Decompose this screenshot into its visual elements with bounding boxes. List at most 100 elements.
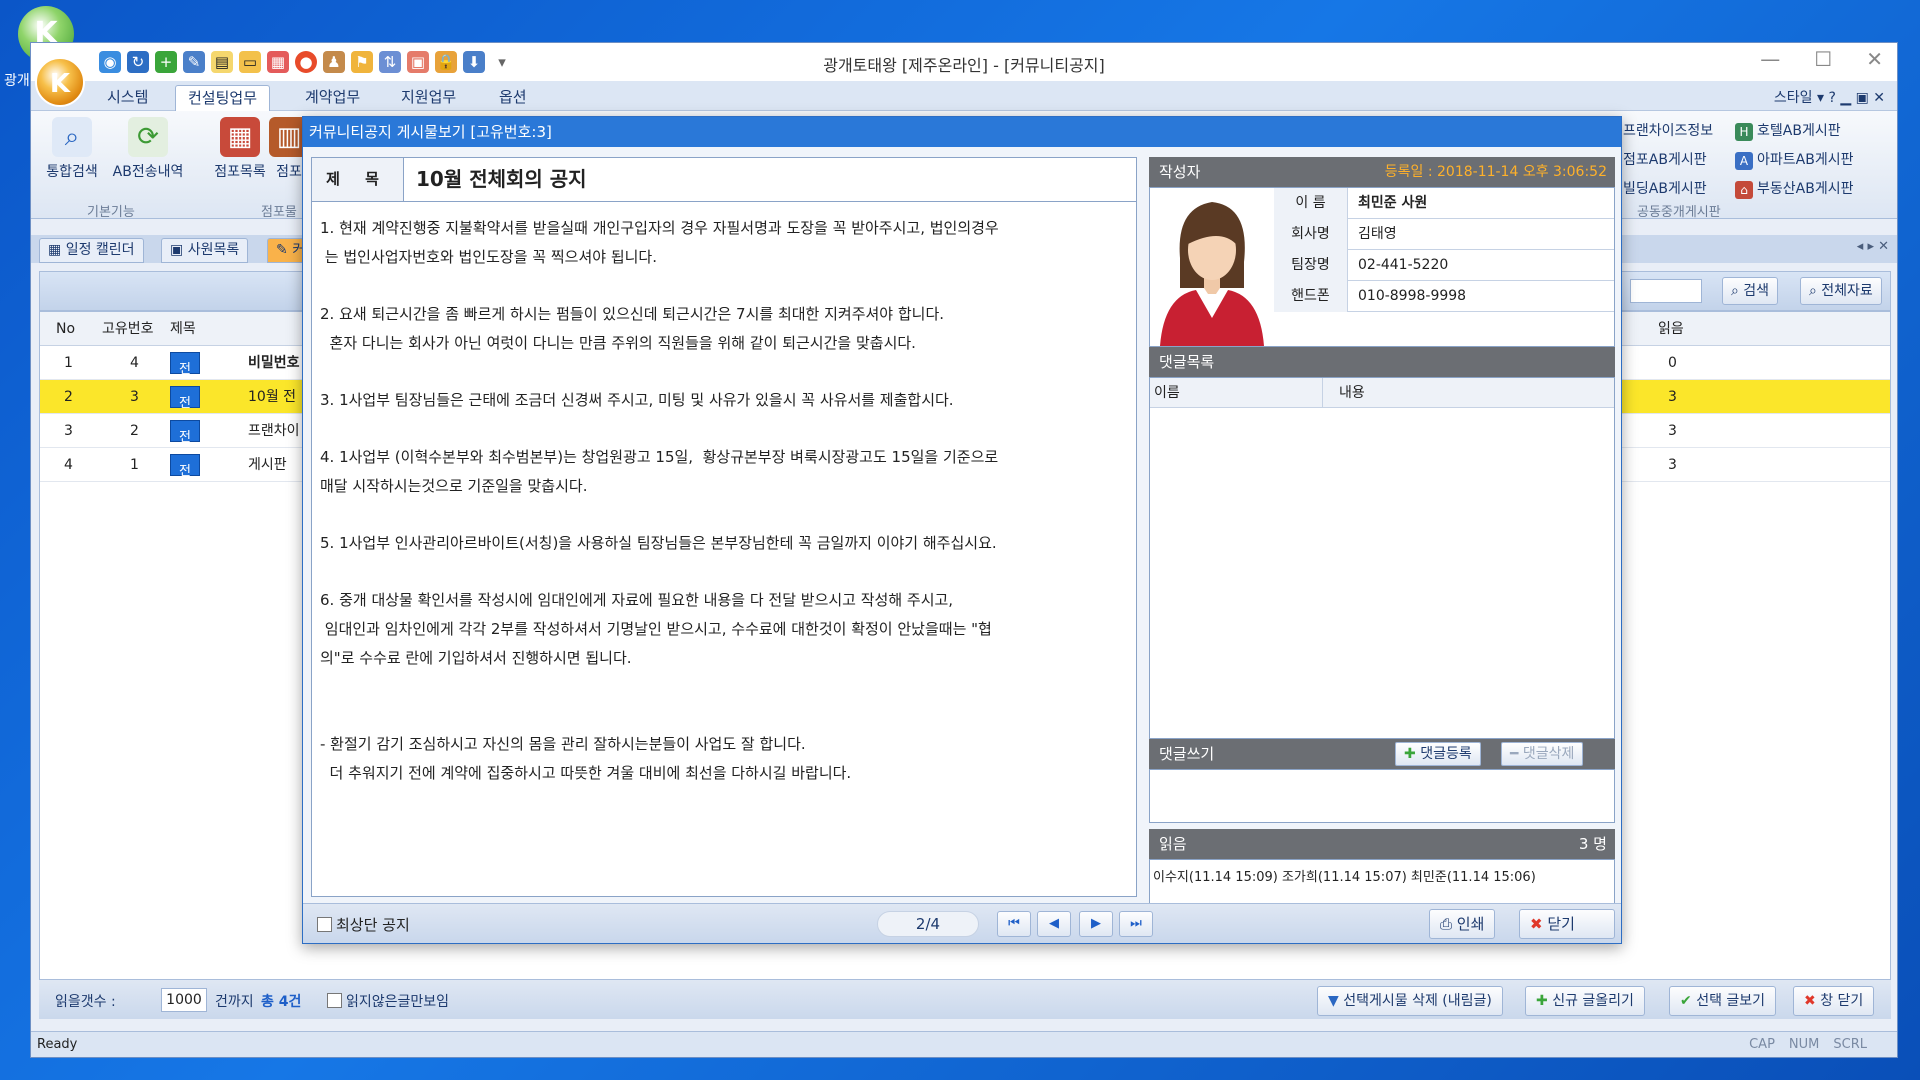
post-content: 1. 현재 계약진행중 지불확약서를 받을실때 개인구입자의 경우 자필서명과 … [320, 214, 1128, 816]
author-company-row: 회사명 김태영 [1274, 219, 1614, 250]
tab-support[interactable]: 지원업무 [389, 85, 468, 111]
delete-comment-button[interactable]: ━ 댓글삭제 [1501, 742, 1584, 766]
cell-no: 1 [64, 355, 73, 371]
new-post-button[interactable]: ✚ 신규 글올리기 [1525, 986, 1645, 1016]
comment-input[interactable] [1149, 769, 1615, 823]
comment-list-header: 댓글목록 [1149, 347, 1615, 377]
ribbon-link-label: 점포AB게시판 [1623, 152, 1707, 168]
close-dialog-button[interactable]: ✖ 닫기 [1519, 909, 1615, 939]
unread-only-label: 읽지않은글만보임 [346, 994, 450, 1010]
ab-transfer-button[interactable]: ⟳ AB전송내역 [111, 117, 185, 181]
cell-no: 3 [64, 423, 73, 439]
comment-col-name: 이름 [1154, 385, 1180, 401]
ribbon-link-label: 프랜차이즈정보 [1623, 123, 1714, 139]
subject-row: 제 목 10월 전체회의 공지 [312, 158, 1136, 202]
close-window-button[interactable]: ✖ 창 닫기 [1793, 986, 1875, 1016]
doctab-controls[interactable]: ◂ ▸ ✕ [1857, 239, 1889, 254]
store-ab-board-button[interactable]: 점포AB게시판 [1623, 146, 1713, 175]
comment-list[interactable]: 이름 내용 [1149, 377, 1615, 739]
store-icon: ▦ [220, 117, 260, 157]
unread-only-checkbox[interactable]: 읽지않은글만보임 [327, 991, 449, 1011]
add-comment-label: 댓글등록 [1420, 746, 1472, 762]
last-page-icon: ⏭ [1130, 916, 1142, 931]
total-count: 총 4건 [261, 994, 302, 1010]
author-header-label: 작성자 [1159, 163, 1201, 181]
ribbon-board-col1: 프랜차이즈정보 점포AB게시판 빌딩AB게시판 [1623, 117, 1713, 204]
notice-badge: 전체공지 [170, 386, 200, 513]
desktop-app-label: 광개 [4, 73, 30, 89]
plus-icon: ✚ [1536, 993, 1548, 1009]
doctab-calendar[interactable]: ▦ 일정 캘린더 [39, 238, 144, 263]
col-title[interactable]: 제목 [170, 312, 196, 346]
tab-options[interactable]: 옵션 [487, 85, 539, 111]
read-count-input[interactable]: 1000 [161, 988, 207, 1012]
view-selected-button[interactable]: ✔ 선택 글보기 [1669, 986, 1777, 1016]
ribbon-link-label: 아파트AB게시판 [1757, 152, 1854, 168]
plus-icon: ✚ [1404, 746, 1416, 762]
store-list-button[interactable]: ▦ 점포목록 [203, 117, 277, 181]
search-button-label: 검색 [1743, 283, 1770, 299]
doctab-staff[interactable]: ▣ 사원목록 [161, 238, 249, 263]
list-bottom-bar: 읽을갯수 : 1000 건까지 총 4건 읽지않은글만보임 ▼ 선택게시물 삭제… [39, 979, 1891, 1019]
minimize-icon[interactable]: — [1760, 47, 1780, 71]
view-selected-label: 선택 글보기 [1696, 993, 1766, 1009]
search-all-icon: ⌕ [1809, 283, 1817, 299]
franchise-info-button[interactable]: 프랜차이즈정보 [1623, 117, 1713, 146]
search-button[interactable]: ⌕ 검색 [1722, 277, 1779, 305]
post-paragraph: 6. 중개 대상물 확인서를 작성시에 임대인에게 자료에 필요한 내용을 다 … [320, 591, 992, 667]
first-page-button[interactable]: ⏮ [997, 911, 1031, 937]
top-notice-checkbox[interactable]: 최상단 공지 [317, 914, 410, 935]
app-logo[interactable]: K [35, 57, 85, 107]
ribbon-group-basic: 기본기능 [87, 205, 135, 220]
hotel-ab-board-button[interactable]: H 호텔AB게시판 [1735, 117, 1853, 146]
window-title: 광개토태왕 [제주온라인] - [커뮤니티공지] [823, 56, 1105, 75]
prev-page-button[interactable]: ◀ [1037, 911, 1071, 937]
delete-selected-label: 선택게시물 삭제 (내림글) [1343, 993, 1492, 1009]
dialog-footer: 최상단 공지 2/4 ⏮ ◀ ▶ ⏭ ⎙ 인쇄 ✖ 닫기 [303, 903, 1621, 943]
check-icon: ✔ [1680, 993, 1692, 1009]
all-data-button[interactable]: ⌕ 전체자료 [1800, 277, 1882, 305]
delete-selected-button[interactable]: ▼ 선택게시물 삭제 (내림글) [1317, 986, 1503, 1016]
print-label: 인쇄 [1456, 915, 1485, 933]
close-window-label: 창 닫기 [1820, 993, 1864, 1009]
col-id[interactable]: 고유번호 [102, 312, 154, 346]
notice-badge: 전체공지 [170, 352, 200, 479]
scrl-indicator: SCRL [1833, 1037, 1867, 1052]
maximize-icon[interactable]: ☐ [1814, 47, 1832, 71]
col-no[interactable]: No [56, 312, 75, 346]
building-ab-board-button[interactable]: 빌딩AB게시판 [1623, 175, 1713, 204]
apartment-ab-board-button[interactable]: A 아파트AB게시판 [1735, 146, 1853, 175]
search-input[interactable] [1630, 279, 1702, 303]
calendar-icon: ▦ [48, 242, 62, 258]
ribbon-label: 점포 [276, 164, 302, 180]
next-page-button[interactable]: ▶ [1079, 911, 1113, 937]
cell-title: 비밀번호 [248, 355, 300, 371]
close-icon[interactable]: ✕ [1866, 47, 1883, 71]
avatar [1150, 188, 1274, 346]
minus-icon: ━ [1510, 746, 1519, 762]
integrated-search-button[interactable]: ⌕ 통합검색 [35, 117, 109, 181]
tab-contract[interactable]: 계약업무 [293, 85, 372, 111]
print-button[interactable]: ⎙ 인쇄 [1429, 909, 1496, 939]
tab-system[interactable]: 시스템 [95, 85, 160, 111]
last-page-button[interactable]: ⏭ [1119, 911, 1153, 937]
window-controls: — ☐ ✕ [1760, 47, 1883, 71]
close-x-icon: ✖ [1530, 915, 1543, 933]
comment-col-content: 내용 [1322, 378, 1365, 408]
prev-page-icon: ◀ [1049, 916, 1059, 931]
comment-columns: 이름 내용 [1150, 378, 1614, 408]
post-paragraph: 5. 1사업부 인사관리아르바이트(서칭)을 사용하실 팀장님들은 본부장님한테… [320, 534, 997, 552]
filter-icon: ▼ [1328, 993, 1339, 1009]
tab-consulting[interactable]: 컨설팅업무 [175, 85, 271, 111]
ribbon-link-label: 호텔AB게시판 [1757, 123, 1841, 139]
cell-no: 4 [64, 457, 73, 473]
style-menu-button[interactable]: 스타일 ▾ ? ▁ ▣ ✕ [1774, 87, 1885, 107]
avatar-illustration [1160, 202, 1264, 346]
doctab-label: 사원목록 [187, 242, 240, 258]
add-comment-button[interactable]: ✚ 댓글등록 [1395, 742, 1481, 766]
new-post-label: 신규 글올리기 [1552, 993, 1634, 1009]
cap-indicator: CAP [1749, 1037, 1775, 1052]
col-read[interactable]: 읽음 [1658, 312, 1684, 346]
read-count-label: 읽을갯수 : [55, 994, 116, 1010]
realestate-ab-board-button[interactable]: ⌂ 부동산AB게시판 [1735, 175, 1853, 204]
